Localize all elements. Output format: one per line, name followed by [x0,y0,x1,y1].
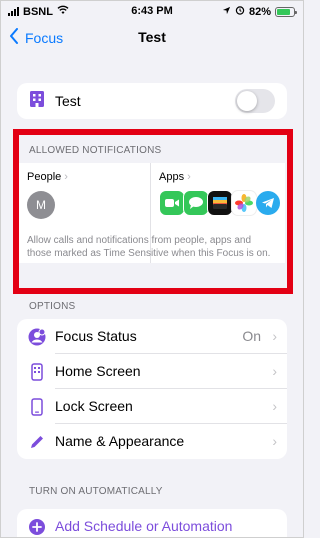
lock-screen-icon [27,397,47,417]
focus-status-icon [27,327,47,347]
status-bar: BSNL 6:43 PM 82% [1,1,303,21]
automation-list: Add Schedule or Automation [17,509,287,537]
option-label: Lock Screen [55,398,133,414]
allowed-notifications-header: ALLOWED NOTIFICATIONS [29,145,162,156]
chevron-right-icon: › [272,363,277,379]
option-lock-screen[interactable]: Lock Screen › [17,389,287,424]
option-focus-status[interactable]: Focus Status On › [17,319,287,354]
chevron-right-icon: › [64,171,68,183]
apps-label: Apps [159,171,185,183]
status-right: 82% [222,5,297,18]
add-schedule-button[interactable]: Add Schedule or Automation [17,509,287,537]
people-label: People [27,171,62,183]
option-value: On [242,328,261,344]
add-schedule-label: Add Schedule or Automation [55,518,233,534]
option-label: Focus Status [55,328,137,344]
turn-on-automatically-header: TURN ON AUTOMATICALLY [29,486,163,497]
option-label: Home Screen [55,363,141,379]
focus-toggle-switch[interactable] [235,89,275,113]
plus-circle-icon [27,517,47,537]
option-name-appearance[interactable]: Name & Appearance › [17,424,287,459]
avatar: M [27,191,55,219]
app-icons-group [159,190,281,216]
pencil-icon [27,432,47,452]
options-header: OPTIONS [29,301,76,312]
option-label: Name & Appearance [55,433,185,449]
option-home-screen[interactable]: Home Screen › [17,354,287,389]
apps-title: Apps › [159,171,191,183]
chevron-right-icon: › [272,433,277,449]
telegram-icon [255,190,281,216]
wallet-icon [207,190,233,216]
photos-icon [231,190,257,216]
page-title: Test [138,29,166,45]
facetime-icon [159,190,185,216]
alarm-icon [235,5,245,18]
focus-toggle-row: Test [17,83,287,119]
chevron-right-icon: › [187,171,191,183]
options-list: Focus Status On › Home Screen › Lock Scr… [17,319,287,459]
messages-icon [183,190,209,216]
focus-name-label: Test [55,93,81,109]
home-screen-icon [27,362,47,382]
toggle-knob [237,91,257,111]
people-title: People › [27,171,68,183]
battery-icon [275,6,297,17]
battery-percent: 82% [248,5,271,18]
phone-screen: BSNL 6:43 PM 82% Focus Test Test ALLOWED… [0,0,304,538]
allowed-notifications-note: Allow calls and notifications from peopl… [27,235,271,259]
chevron-right-icon: › [272,398,277,414]
location-icon [222,6,231,18]
chevron-right-icon: › [272,328,277,344]
building-icon [29,90,45,113]
navigation-bar: Focus Test [1,23,303,53]
